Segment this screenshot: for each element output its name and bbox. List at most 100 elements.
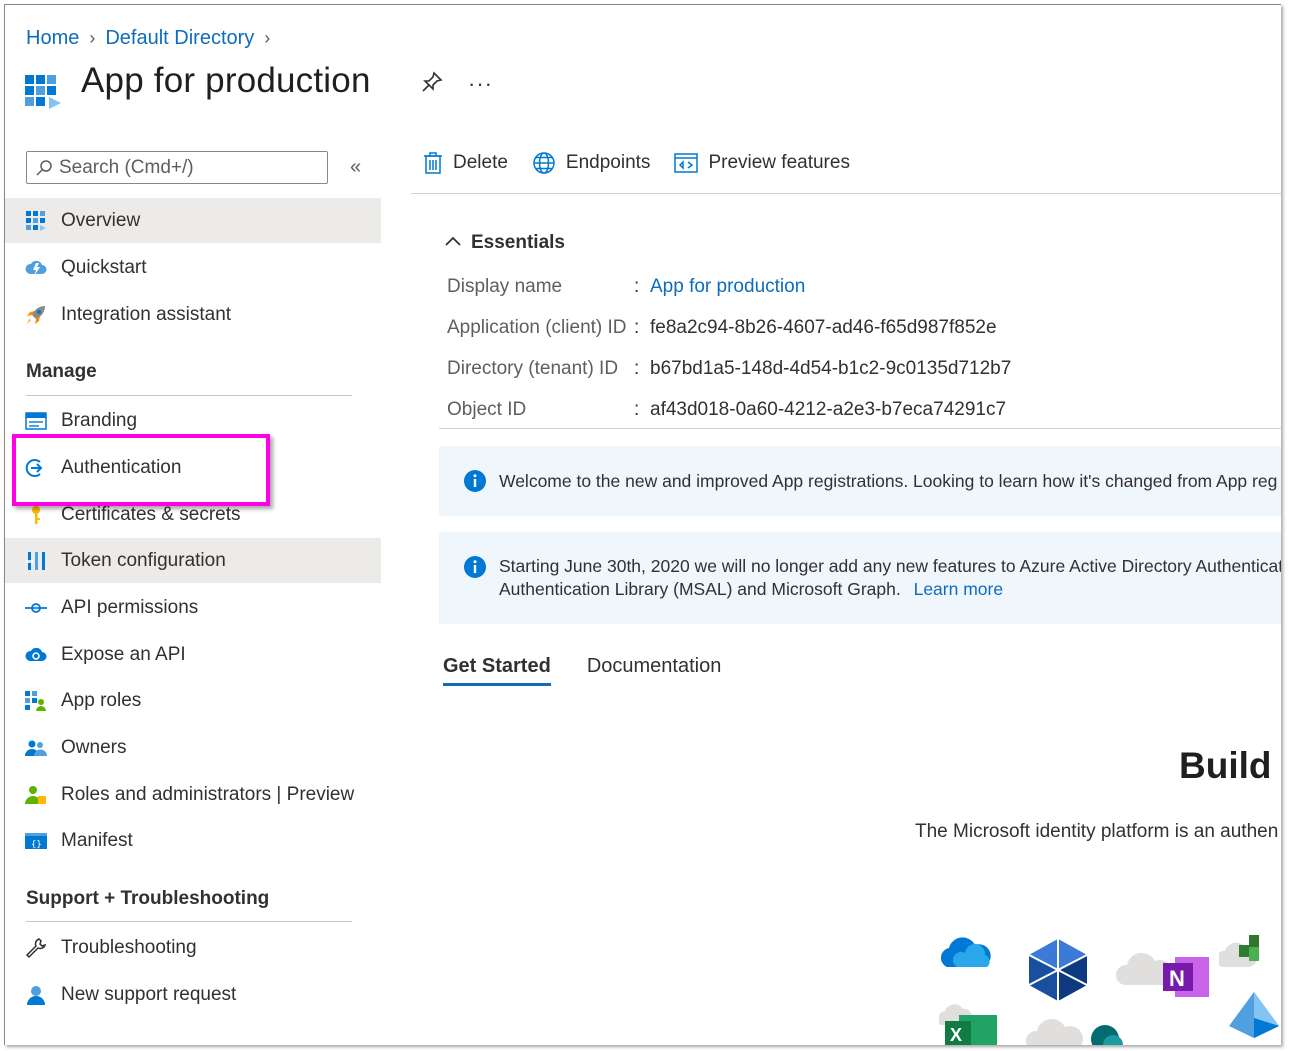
learn-more-link[interactable]: Learn more: [914, 579, 1004, 599]
sidebar-item-integration-assistant[interactable]: Integration assistant: [5, 292, 381, 337]
sidebar-item-label: New support request: [61, 983, 237, 1005]
sidebar-item-expose-api[interactable]: Expose an API: [5, 632, 381, 677]
sidebar-item-owners[interactable]: Owners: [5, 725, 381, 770]
svg-text:X: X: [950, 1025, 962, 1045]
onenote-icon: N: [1161, 955, 1211, 1004]
sidebar-item-label: Expose an API: [61, 643, 186, 665]
wrench-icon: [25, 937, 47, 959]
preview-features-button[interactable]: Preview features: [674, 152, 850, 174]
sidebar-item-app-roles[interactable]: App roles: [5, 678, 381, 723]
delete-label: Delete: [453, 152, 508, 173]
info-icon: [463, 469, 487, 493]
essentials-header: Essentials: [471, 232, 565, 253]
tab-documentation[interactable]: Documentation: [587, 655, 722, 686]
pin-icon[interactable]: [421, 71, 443, 99]
hero-title: Build y: [1179, 745, 1281, 786]
manage-section-header: Manage: [26, 361, 97, 382]
delete-button[interactable]: Delete: [423, 152, 508, 174]
tenant-id-value[interactable]: b67bd1a5-148d-4d54-b1c2-9c0135d712b7: [650, 358, 1011, 380]
token-bars-icon: [25, 550, 47, 572]
sidebar-item-label: API permissions: [61, 596, 199, 618]
sidebar-item-label: Quickstart: [61, 256, 147, 278]
essentials-divider: [439, 428, 1281, 429]
sidebar-item-api-permissions[interactable]: API permissions: [5, 585, 381, 630]
preview-features-label: Preview features: [708, 152, 850, 173]
welcome-banner-text: Welcome to the new and improved App regi…: [499, 471, 1278, 491]
colon-separator: :: [634, 358, 640, 379]
onedrive-cloud-icon: [935, 935, 995, 976]
content-tabs: Get Started Documentation: [443, 655, 757, 686]
sidebar-item-label: Integration assistant: [61, 303, 232, 325]
planner-icon: [1215, 933, 1269, 974]
more-options-button[interactable]: ···: [468, 71, 493, 97]
section-divider: [26, 921, 352, 922]
breadcrumb-directory-link[interactable]: Default Directory: [105, 27, 254, 50]
chevron-right-icon: ›: [264, 28, 271, 48]
essentials-toggle[interactable]: Essentials: [445, 232, 565, 254]
page-title: App for production: [81, 61, 371, 100]
trash-icon: [424, 152, 442, 174]
sidebar-item-manifest[interactable]: {} Manifest: [5, 818, 381, 863]
svg-text:N: N: [1169, 966, 1185, 991]
endpoints-button[interactable]: Endpoints: [532, 151, 651, 175]
adal-banner-line1: Starting June 30th, 2020 we will no long…: [499, 556, 1281, 576]
highlight-annotation-box: [12, 434, 270, 506]
client-id-value[interactable]: fe8a2c94-8b26-4607-ad46-f65d987f852e: [650, 317, 997, 339]
support-section-header: Support + Troubleshooting: [26, 888, 270, 909]
search-icon: [36, 159, 52, 176]
sidebar-item-new-support-request[interactable]: New support request: [5, 972, 381, 1017]
excel-icon: X: [938, 995, 1003, 1045]
object-id-value[interactable]: af43d018-0a60-4212-a2e3-b7eca74291c7: [650, 399, 1006, 421]
preview-features-icon: [674, 153, 699, 173]
chevron-right-icon: ›: [89, 28, 96, 48]
colon-separator: :: [634, 399, 640, 420]
adal-banner-line2: Authentication Library (MSAL) and Micros…: [499, 579, 1003, 600]
svg-text:{}: {}: [31, 840, 42, 850]
sidebar-item-label: Overview: [61, 209, 141, 231]
sidebar-item-roles-administrators[interactable]: Roles and administrators | Preview: [5, 772, 381, 817]
sidebar-item-overview[interactable]: Overview: [5, 198, 381, 243]
breadcrumb-home-link[interactable]: Home: [26, 27, 79, 50]
essentials-label: Object ID: [447, 399, 527, 420]
adal-banner-line2-text: Authentication Library (MSAL) and Micros…: [499, 579, 901, 599]
person-support-icon: [25, 984, 47, 1006]
info-icon: [463, 555, 487, 584]
azure-ad-icon: [1227, 990, 1281, 1045]
sidebar-item-token-configuration[interactable]: Token configuration: [5, 538, 381, 583]
essentials-row-object-id: Object ID : af43d018-0a60-4212-a2e3-b7ec…: [447, 399, 1006, 421]
sharepoint-icon: [1085, 1021, 1125, 1045]
essentials-label: Application (client) ID: [447, 317, 627, 338]
essentials-row-display-name: Display name : App for production: [447, 276, 805, 298]
search-box[interactable]: Search (Cmd+/): [26, 151, 328, 184]
cloud-lightning-icon: [25, 257, 47, 279]
branding-icon: [25, 410, 47, 432]
sidebar-item-quickstart[interactable]: Quickstart: [5, 245, 381, 290]
endpoints-label: Endpoints: [565, 152, 651, 173]
display-name-link[interactable]: App for production: [650, 276, 805, 298]
essentials-row-client-id: Application (client) ID : fe8a2c94-8b26-…: [447, 317, 997, 339]
sidebar-item-label: Token configuration: [61, 549, 226, 571]
breadcrumb: Home › Default Directory ›: [26, 27, 280, 50]
gray-cloud-icon: [1025, 1013, 1085, 1045]
toolbar-divider: [411, 193, 1281, 194]
essentials-label: Display name: [447, 276, 563, 297]
search-input[interactable]: Search (Cmd+/): [59, 157, 194, 179]
portal-frame: Home › Default Directory › App for produ…: [4, 4, 1281, 1045]
hero-subtitle: The Microsoft identity platform is an au…: [915, 821, 1279, 842]
grid-icon: [25, 210, 47, 232]
sidebar-item-label: App roles: [61, 689, 142, 711]
colon-separator: :: [634, 317, 640, 338]
sidebar-item-troubleshooting[interactable]: Troubleshooting: [5, 925, 381, 970]
essentials-row-tenant-id: Directory (tenant) ID : b67bd1a5-148d-4d…: [447, 358, 1011, 380]
colon-separator: :: [634, 276, 640, 297]
sidebar-item-label: Manifest: [61, 829, 133, 851]
tab-get-started[interactable]: Get Started: [443, 655, 551, 686]
manifest-icon: {}: [25, 830, 47, 852]
globe-icon: [533, 152, 555, 174]
people-icon: [25, 737, 47, 759]
sidebar-item-label: Owners: [61, 736, 127, 758]
essentials-label: Directory (tenant) ID: [447, 358, 619, 379]
app-registration-icon: [25, 75, 61, 116]
collapse-sidebar-button[interactable]: «: [350, 156, 361, 179]
adal-deprecation-banner: Starting June 30th, 2020 we will no long…: [439, 532, 1281, 624]
